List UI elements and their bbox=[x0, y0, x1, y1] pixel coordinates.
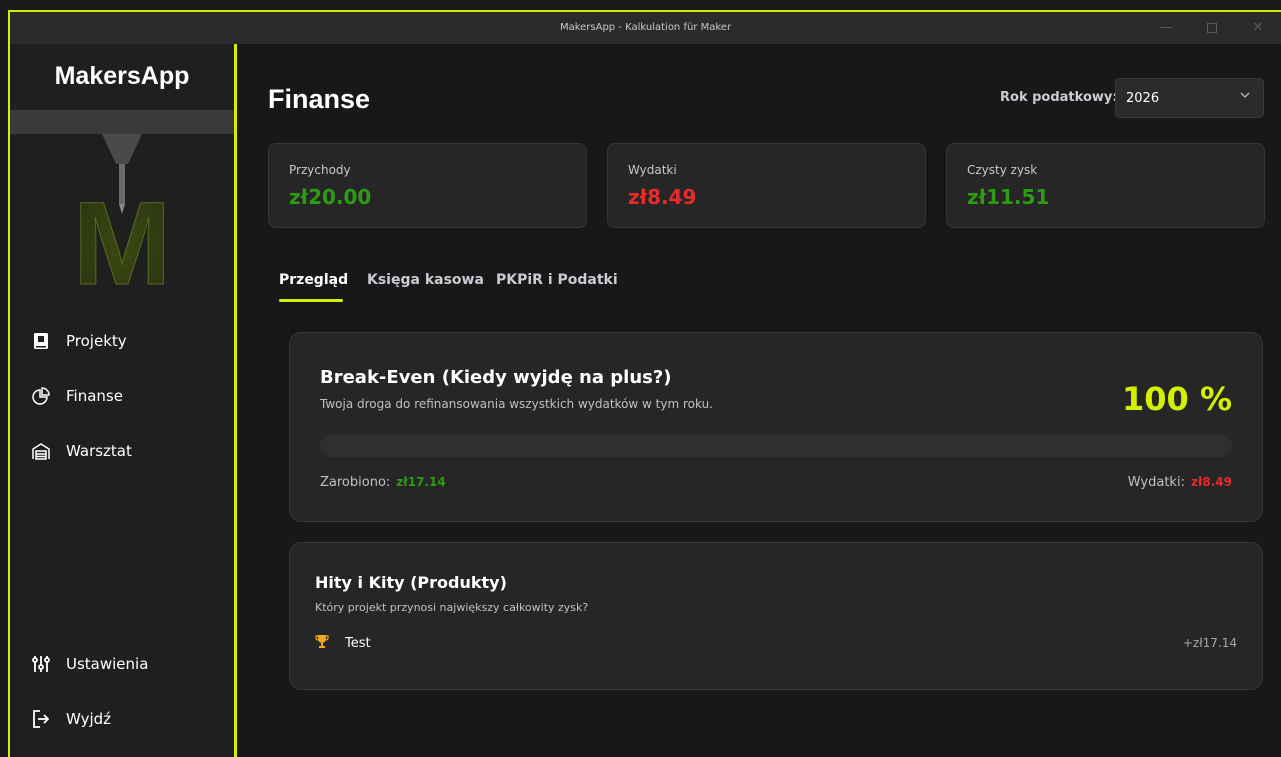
break-even-panel: Break-Even (Kiedy wyjdę na plus?) Twoja … bbox=[289, 332, 1263, 522]
makers-logo: M bbox=[10, 110, 234, 292]
active-tab-indicator bbox=[279, 299, 343, 302]
logout-icon bbox=[30, 708, 52, 730]
sidebar-item-label: Wyjdź bbox=[66, 710, 112, 728]
card-value: zł11.51 bbox=[967, 185, 1050, 209]
sidebar-item-warsztat[interactable]: Warsztat bbox=[30, 434, 220, 468]
book-icon bbox=[30, 330, 52, 352]
list-item[interactable]: Test +zł17.14 bbox=[315, 633, 1237, 653]
sidebar-item-label: Projekty bbox=[66, 332, 127, 350]
summary-card-revenue: Przychody zł20.00 bbox=[268, 143, 587, 228]
spent-value: zł8.49 bbox=[1190, 475, 1232, 489]
sliders-icon bbox=[30, 653, 52, 675]
hits-subtitle: Który projekt przynosi największy całkow… bbox=[315, 601, 589, 614]
break-even-title: Break-Even (Kiedy wyjdę na plus?) bbox=[320, 367, 672, 388]
sidebar-item-projekty[interactable]: Projekty bbox=[30, 324, 220, 358]
hits-title: Hity i Kity (Produkty) bbox=[315, 573, 507, 592]
summary-card-net-profit: Czysty zysk zł11.51 bbox=[946, 143, 1265, 228]
card-label: Czysty zysk bbox=[967, 163, 1038, 177]
garage-icon bbox=[30, 440, 52, 462]
chevron-down-icon bbox=[1239, 89, 1251, 105]
close-button[interactable]: ✕ bbox=[1235, 12, 1281, 44]
window-title: MakersApp - Kalkulation für Maker bbox=[559, 22, 732, 33]
sidebar-item-wyjdz[interactable]: Wyjdź bbox=[30, 702, 220, 736]
progress-fill bbox=[320, 434, 1232, 457]
maximize-button[interactable] bbox=[1189, 12, 1235, 44]
sidebar-item-label: Warsztat bbox=[66, 442, 132, 460]
earned-value: zł17.14 bbox=[396, 475, 446, 489]
product-name: Test bbox=[345, 635, 371, 651]
tab-przeglad[interactable]: Przegląd bbox=[279, 272, 348, 288]
sidebar-item-label: Ustawienia bbox=[66, 655, 149, 673]
earned-summary: Zarobiono: zł17.14 bbox=[320, 475, 446, 490]
maximize-icon bbox=[1207, 22, 1217, 33]
product-profit: +zł17.14 bbox=[1182, 636, 1237, 650]
summary-card-expenses: Wydatki zł8.49 bbox=[607, 143, 926, 228]
tax-year-label: Rok podatkowy: bbox=[1000, 90, 1118, 105]
svg-text:M: M bbox=[73, 178, 171, 292]
break-even-percent: 100 % bbox=[1122, 380, 1232, 418]
card-label: Wydatki bbox=[628, 163, 677, 177]
tab-ksiega-kasowa[interactable]: Księga kasowa bbox=[367, 272, 484, 288]
sidebar: MakersApp M Projekty Finanse Warsztat Us… bbox=[10, 44, 237, 757]
card-value: zł20.00 bbox=[289, 185, 372, 209]
pie-chart-icon bbox=[30, 385, 52, 407]
page-title: Finanse bbox=[268, 84, 371, 114]
sidebar-item-ustawienia[interactable]: Ustawienia bbox=[30, 647, 220, 681]
tab-pkpir-podatki[interactable]: PKPiR i Podatki bbox=[496, 272, 618, 288]
minimize-button[interactable]: — bbox=[1143, 12, 1189, 44]
trophy-icon bbox=[315, 634, 331, 653]
card-value: zł8.49 bbox=[628, 185, 697, 209]
card-label: Przychody bbox=[289, 163, 351, 177]
hits-panel: Hity i Kity (Produkty) Który projekt prz… bbox=[289, 542, 1263, 690]
main-content: Finanse Rok podatkowy: 2026 Przychody zł… bbox=[237, 44, 1281, 757]
app-window: MakersApp - Kalkulation für Maker — ✕ Ma… bbox=[8, 10, 1281, 757]
sidebar-item-finanse[interactable]: Finanse bbox=[30, 379, 220, 413]
tax-year-select[interactable]: 2026 bbox=[1115, 78, 1264, 118]
break-even-progress-bar bbox=[320, 434, 1232, 457]
sidebar-item-label: Finanse bbox=[66, 387, 123, 405]
earned-label: Zarobiono: bbox=[320, 475, 391, 490]
spent-summary: Wydatki: zł8.49 bbox=[1128, 475, 1232, 490]
spent-label: Wydatki: bbox=[1127, 475, 1185, 490]
break-even-subtitle: Twoja droga do refinansowania wszystkich… bbox=[320, 397, 713, 411]
brand-title: MakersApp bbox=[54, 62, 190, 90]
title-bar: MakersApp - Kalkulation für Maker — ✕ bbox=[10, 12, 1281, 44]
tax-year-value: 2026 bbox=[1126, 91, 1160, 106]
